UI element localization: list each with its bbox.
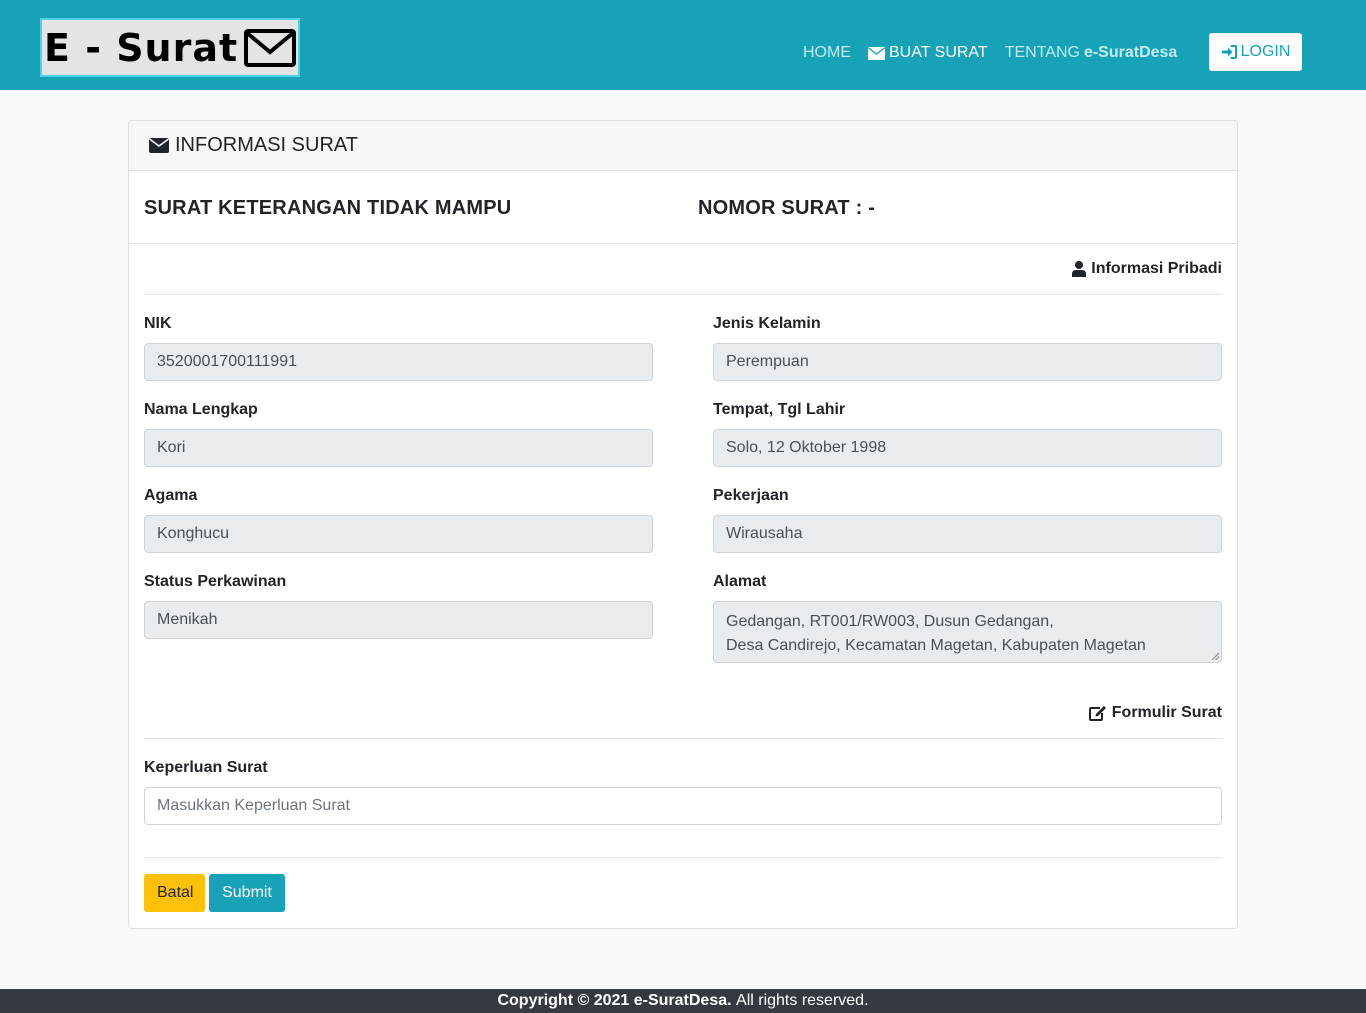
footer-rights: All rights reserved. (736, 992, 869, 1009)
footer-copyright: Copyright © 2021 e-SuratDesa. (497, 992, 732, 1009)
nama-lengkap-field[interactable]: Kori (144, 429, 653, 467)
nik-label: NIK (144, 315, 172, 332)
alamat-textarea[interactable]: Gedangan, RT001/RW003, Dusun Gedangan, D… (713, 601, 1222, 663)
nav-tentang-link[interactable]: TENTANG e-SuratDesa (1005, 44, 1178, 62)
page-footer: Copyright © 2021 e-SuratDesa. All rights… (0, 989, 1366, 1013)
divider (144, 738, 1222, 739)
section-form-label: Formulir Surat (1111, 704, 1222, 721)
agama-value: Konghucu (157, 525, 230, 542)
nav-tentang-brand: e-SuratDesa (1083, 44, 1178, 61)
pekerjaan-value: Wirausaha (726, 525, 803, 542)
surat-info-card: INFORMASI SURAT SURAT KETERANGAN TIDAK M… (128, 120, 1238, 929)
nav-home-link[interactable]: HOME (803, 44, 851, 62)
nav-tentang-label: TENTANG (1004, 44, 1080, 61)
letter-number: NOMOR SURAT : - (698, 197, 876, 219)
nav-buat-surat-link[interactable]: BUAT SURAT (868, 44, 988, 62)
section-form: Formulir Surat (1088, 704, 1222, 722)
logo-text: E - Surat (44, 25, 239, 70)
nik-field[interactable]: 3520001700111991 (144, 343, 653, 381)
alamat-line-1: Gedangan, RT001/RW003, Dusun Gedangan, (726, 613, 1054, 630)
jenis-kelamin-value: Perempuan (726, 353, 809, 370)
agama-field[interactable]: Konghucu (144, 515, 653, 553)
nav-home-label: HOME (803, 44, 851, 61)
card-header: INFORMASI SURAT (129, 121, 1237, 171)
ttl-field[interactable]: Solo, 12 Oktober 1998 (713, 429, 1222, 467)
ttl-value: Solo, 12 Oktober 1998 (726, 439, 887, 456)
status-perkawinan-label: Status Perkawinan (144, 573, 287, 590)
alamat-line-2: Desa Candirejo, Kecamatan Magetan, Kabup… (726, 637, 1146, 654)
pekerjaan-field[interactable]: Wirausaha (713, 515, 1222, 553)
submit-button[interactable]: Submit (209, 874, 285, 912)
nama-lengkap-label: Nama Lengkap (144, 401, 258, 418)
jenis-kelamin-field[interactable]: Perempuan (713, 343, 1222, 381)
nik-value: 3520001700111991 (157, 353, 297, 370)
nav-buat-surat-label: BUAT SURAT (889, 44, 988, 61)
status-perkawinan-field[interactable]: Menikah (144, 601, 653, 639)
login-label: LOGIN (1240, 43, 1291, 60)
user-icon (1072, 261, 1087, 277)
nav-menu: HOME BUAT SURAT TENTANG e-SuratDesa (803, 44, 1194, 62)
resize-grip-icon[interactable] (1211, 652, 1219, 660)
keperluan-input[interactable] (144, 787, 1222, 825)
batal-button[interactable]: Batal (144, 874, 205, 912)
letter-type: SURAT KETERANGAN TIDAK MAMPU (144, 197, 512, 219)
ttl-label: Tempat, Tgl Lahir (713, 401, 846, 418)
site-logo[interactable]: E - Surat (40, 18, 300, 77)
keperluan-label: Keperluan Surat (144, 759, 268, 776)
divider (144, 857, 1222, 858)
edit-icon (1088, 706, 1106, 721)
sign-in-icon (1221, 45, 1237, 59)
agama-label: Agama (144, 487, 198, 504)
nama-lengkap-value: Kori (157, 439, 186, 456)
pekerjaan-label: Pekerjaan (713, 487, 789, 504)
alamat-label: Alamat (713, 573, 767, 590)
envelope-icon (149, 138, 169, 153)
envelope-icon (244, 28, 297, 68)
envelope-icon (868, 46, 885, 60)
card-title: INFORMASI SURAT (175, 134, 358, 156)
status-perkawinan-value: Menikah (157, 611, 218, 628)
login-button[interactable]: LOGIN (1209, 33, 1302, 71)
jenis-kelamin-label: Jenis Kelamin (713, 315, 821, 332)
section-personal-label: Informasi Pribadi (1091, 260, 1222, 277)
divider (144, 294, 1222, 295)
section-personal-info: Informasi Pribadi (1072, 260, 1222, 278)
top-navbar: E - Surat HOME BUAT SURAT TENTANG e-Sura… (0, 0, 1366, 90)
letter-title-row: SURAT KETERANGAN TIDAK MAMPU NOMOR SURAT… (129, 171, 1237, 244)
